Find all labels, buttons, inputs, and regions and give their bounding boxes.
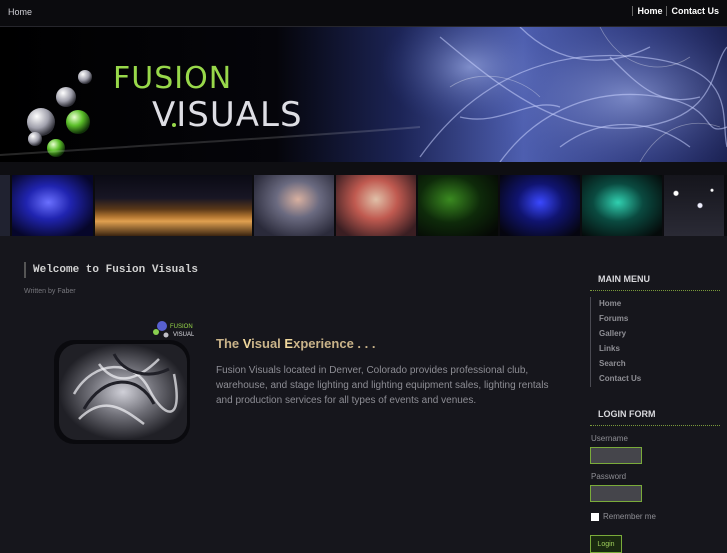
main-content: Welcome to Fusion Visuals Written by Fab… [24, 262, 564, 444]
remember-me-row: Remember me [590, 512, 720, 521]
menu-item-links[interactable]: Links [590, 342, 720, 357]
main-menu-title: MAIN MENU [590, 262, 720, 291]
photo-blue-club [12, 175, 93, 236]
photo-teal-lasers [582, 175, 662, 236]
header-banner: FUSION VISUALS [0, 27, 727, 162]
menu-item-search[interactable]: Search [590, 357, 720, 372]
login-button[interactable]: Login [590, 535, 622, 553]
sidebar: MAIN MENU Home Forums Gallery Links Sear… [590, 262, 720, 553]
menu-item-home[interactable]: Home [590, 297, 720, 312]
password-label: Password [591, 472, 627, 481]
tagline-part: isual [251, 336, 285, 351]
banner-divider [0, 162, 727, 175]
tagline-part: xperience . . . [293, 336, 376, 351]
svg-text:FUSION: FUSION [170, 324, 193, 330]
topnav-contact-link[interactable]: Contact Us [666, 6, 723, 16]
menu-item-gallery[interactable]: Gallery [590, 327, 720, 342]
photo-dj-booth [336, 175, 416, 236]
photo-green-lasers [418, 175, 498, 236]
tagline-part: V [242, 336, 252, 351]
username-label: Username [591, 434, 628, 443]
password-input[interactable] [590, 485, 642, 502]
photo-blue-lights [500, 175, 580, 236]
top-nav: Home Contact Us [632, 6, 723, 16]
menu-item-contact-us[interactable]: Contact Us [590, 372, 720, 387]
breadcrumb: Home [8, 7, 33, 17]
logo-text-visuals: VISUALS [152, 95, 303, 135]
tagline-part: The [216, 336, 243, 351]
username-input[interactable] [590, 447, 642, 464]
article-byline: Written by Faber [24, 288, 76, 295]
top-bar: Home Home Contact Us [0, 0, 727, 27]
remember-me-label: Remember me [603, 512, 656, 521]
menu-item-forums[interactable]: Forums [590, 312, 720, 327]
remember-me-checkbox[interactable] [591, 512, 599, 521]
article-image-tunnel: FUSION VISUALS [54, 321, 194, 444]
topnav-home-link[interactable]: Home [632, 6, 666, 16]
banner-swirl-graphic [0, 27, 727, 162]
login-form-title: LOGIN FORM [590, 397, 720, 426]
article-tagline: The Visual Experience . . . [216, 336, 375, 351]
article-title: Welcome to Fusion Visuals [24, 262, 564, 278]
photo-city-skyline [95, 175, 252, 236]
svg-text:VISUALS: VISUALS [173, 332, 194, 338]
photo-dancer [254, 175, 334, 236]
photo-strip [0, 175, 727, 236]
tagline-part: E [284, 336, 294, 351]
login-form: LOGIN FORM Username Password Remember me… [590, 397, 720, 553]
photo-edge-left [0, 175, 10, 236]
logo-text-fusion: FUSION [113, 61, 233, 96]
photo-crowd-lights [664, 175, 724, 236]
article-intro: Fusion Visuals located in Denver, Colora… [216, 365, 549, 406]
